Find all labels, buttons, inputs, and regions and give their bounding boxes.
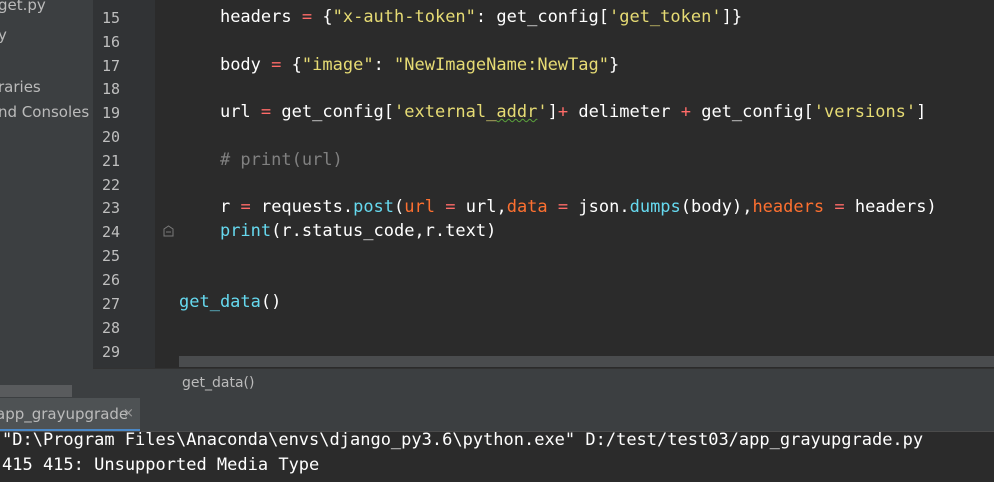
console-line: "D:\Program Files\Anaconda\envs\django_p… [2, 430, 924, 450]
line-number: 20 [101, 128, 120, 146]
code-line-23: r = requests.post(url = url,data = json.… [219, 197, 937, 217]
line-number: 17 [101, 57, 120, 75]
line-number: 28 [101, 319, 120, 337]
line-number: 15 [101, 9, 120, 27]
code-line-15: headers = {"x-auth-token": get_config['g… [219, 7, 743, 27]
code-line-21: # print(url) [219, 150, 343, 170]
close-icon[interactable]: × [123, 406, 134, 421]
line-number: 29 [101, 343, 120, 361]
line-number: 25 [101, 247, 120, 265]
tab-app-grayupgrade[interactable]: app_grayupgrade × [0, 398, 140, 431]
line-number: 18 [101, 80, 120, 98]
breadcrumb-item-get-data[interactable]: get_data() [182, 375, 254, 391]
editor-horizontal-scrollbar[interactable] [179, 356, 994, 367]
sidebar-item-libraries[interactable]: raries [0, 78, 41, 96]
spellcheck-underline: addr [496, 102, 538, 122]
sidebar-item-scratches-consoles[interactable]: nd Consoles [0, 103, 89, 121]
line-number: 27 [101, 295, 120, 313]
sidebar-item-y[interactable]: y [0, 26, 7, 44]
fold-marker-icon[interactable] [163, 225, 174, 237]
run-tab-bar: app_grayupgrade × [0, 398, 994, 432]
code-line-19: url = get_config['external_addr']+ delim… [219, 102, 927, 122]
line-number: 22 [101, 176, 120, 194]
run-console[interactable]: "D:\Program Files\Anaconda\envs\django_p… [0, 430, 994, 482]
line-number: 19 [101, 104, 120, 122]
project-sidebar: get.py y raries nd Consoles [0, 0, 93, 398]
console-line: 415 415: Unsupported Media Type [2, 455, 320, 475]
line-number: 21 [101, 152, 120, 170]
sidebar-item-get-py[interactable]: get.py [0, 0, 46, 14]
line-number: 16 [101, 33, 120, 51]
sidebar-scrollbar[interactable] [0, 385, 72, 397]
line-number: 24 [101, 223, 120, 241]
code-line-27: get_data() [179, 292, 282, 312]
line-number: 23 [101, 199, 120, 217]
code-line-17: body = {"image": "NewImageName:NewTag"} [219, 55, 620, 75]
line-number: 26 [101, 271, 120, 289]
breadcrumb: get_data() [93, 368, 994, 399]
code-line-24: print(r.status_code,r.text) [219, 221, 497, 241]
tab-label: app_grayupgrade [0, 405, 129, 423]
